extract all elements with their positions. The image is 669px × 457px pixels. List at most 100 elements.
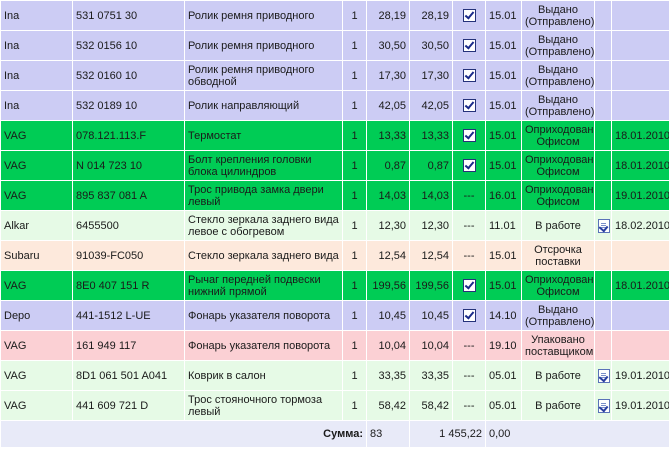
date-cell: 15.01 <box>485 240 522 271</box>
doc-cell[interactable] <box>594 210 612 241</box>
date-cell: 16.01 <box>485 180 522 211</box>
price-cell: 14,03 <box>366 180 410 211</box>
doc-cell <box>594 300 612 331</box>
brand-cell: VAG <box>0 330 73 361</box>
checkbox-cell[interactable] <box>452 60 486 91</box>
document-check-icon[interactable] <box>598 368 610 383</box>
article-cell: 532 0189 10 <box>72 90 185 121</box>
price-cell: 30,50 <box>366 30 410 61</box>
name-cell: Трос привода замка двери левый <box>184 180 343 211</box>
article-cell: 895 837 081 A <box>72 180 185 211</box>
date2-cell <box>611 60 669 91</box>
checkbox-cell[interactable] <box>452 120 486 151</box>
doc-cell <box>594 0 612 31</box>
table-row: VAG 441 609 721 D Трос стояночного тормоза… <box>0 390 669 421</box>
document-check-icon[interactable] <box>598 398 610 413</box>
doc-cell[interactable] <box>594 390 612 421</box>
totals-label: Сумма: <box>0 420 367 448</box>
dash-text: --- <box>463 219 475 232</box>
price-cell: 13,33 <box>366 120 410 151</box>
sum-cell: 30,50 <box>409 30 453 61</box>
date2-cell <box>611 330 669 361</box>
brand-cell: VAG <box>0 180 73 211</box>
date2-cell: 18.01.2010 <box>611 150 669 181</box>
doc-cell <box>594 120 612 151</box>
qty-cell: 1 <box>342 210 367 241</box>
table-row: Alkar 6455500 Стекло зеркала заднего вида … <box>0 210 669 241</box>
checkbox-cell: --- <box>452 180 486 211</box>
checkbox-cell[interactable] <box>452 300 486 331</box>
price-cell: 12,54 <box>366 240 410 271</box>
brand-cell: VAG <box>0 270 73 301</box>
article-cell: 8D1 061 501 A041 <box>72 360 185 391</box>
status-cell: Оприходован Офисом <box>521 270 595 301</box>
date2-cell: 19.01.2010 <box>611 180 669 211</box>
sum-cell: 12,30 <box>409 210 453 241</box>
date2-cell <box>611 240 669 271</box>
date2-cell: 19.01.2010 <box>611 390 669 421</box>
brand-cell: Ina <box>0 0 73 31</box>
qty-cell: 1 <box>342 180 367 211</box>
dash-text: --- <box>463 339 475 352</box>
doc-cell <box>594 60 612 91</box>
checkbox-checked-icon[interactable] <box>462 9 476 22</box>
name-cell: Фонарь указателя поворота <box>184 300 343 331</box>
checkbox-cell[interactable] <box>452 270 486 301</box>
checkbox-checked-icon[interactable] <box>462 309 476 322</box>
sum-cell: 33,35 <box>409 360 453 391</box>
checkbox-cell[interactable] <box>452 0 486 31</box>
date2-cell: 19.01.2010 <box>611 360 669 391</box>
table-row: Ina 532 0189 10 Ролик направляющий 1 42,05 42… <box>0 90 669 121</box>
name-cell: Рычаг передней подвески нижний прямой <box>184 270 343 301</box>
doc-cell[interactable] <box>594 360 612 391</box>
status-cell: Выдано (Отправлено) <box>521 90 595 121</box>
brand-cell: Alkar <box>0 210 73 241</box>
checkbox-cell: --- <box>452 240 486 271</box>
table-row: Subaru 91039-FC050 Стекло зеркала заднего … <box>0 240 669 271</box>
dash-text: --- <box>463 249 475 262</box>
checkbox-checked-icon[interactable] <box>462 159 476 172</box>
article-cell: 161 949 117 <box>72 330 185 361</box>
name-cell: Ролик ремня приводного <box>184 0 343 31</box>
brand-cell: VAG <box>0 390 73 421</box>
sum-cell: 0,87 <box>409 150 453 181</box>
checkbox-checked-icon[interactable] <box>462 69 476 82</box>
date-cell: 14.10 <box>485 300 522 331</box>
price-cell: 0,87 <box>366 150 410 181</box>
qty-cell: 1 <box>342 300 367 331</box>
checkbox-checked-icon[interactable] <box>462 129 476 142</box>
status-cell: Выдано (Отправлено) <box>521 0 595 31</box>
doc-cell <box>594 30 612 61</box>
table-row: VAG 161 949 117 Фонарь указателя поворота 1… <box>0 330 669 361</box>
qty-cell: 1 <box>342 30 367 61</box>
totals-row: Сумма: 83 1 455,22 0,00 <box>0 420 669 448</box>
checkbox-cell[interactable] <box>452 30 486 61</box>
qty-cell: 1 <box>342 150 367 181</box>
status-cell: Упаковано поставщиком <box>521 330 595 361</box>
checkbox-checked-icon[interactable] <box>462 279 476 292</box>
status-cell: Выдано (Отправлено) <box>521 60 595 91</box>
qty-cell: 1 <box>342 390 367 421</box>
dash-text: --- <box>463 399 475 412</box>
date-cell: 15.01 <box>485 90 522 121</box>
date-cell: 15.01 <box>485 0 522 31</box>
status-cell: Выдано (Отправлено) <box>521 300 595 331</box>
table-row: VAG N 014 723 10 Болт крепления головки бл… <box>0 150 669 181</box>
table-row: Ina 532 0156 10 Ролик ремня приводного 1 30,… <box>0 30 669 61</box>
date-cell: 05.01 <box>485 390 522 421</box>
totals-sum: 1 455,22 <box>409 420 486 448</box>
checkbox-cell: --- <box>452 330 486 361</box>
name-cell: Коврик в салон <box>184 360 343 391</box>
checkbox-cell[interactable] <box>452 150 486 181</box>
qty-cell: 1 <box>342 90 367 121</box>
document-check-icon[interactable] <box>598 218 610 233</box>
checkbox-cell[interactable] <box>452 90 486 121</box>
qty-cell: 1 <box>342 270 367 301</box>
name-cell: Стекло зеркала заднего вида левое с обог… <box>184 210 343 241</box>
checkbox-checked-icon[interactable] <box>462 39 476 52</box>
brand-cell: Depo <box>0 300 73 331</box>
qty-cell: 1 <box>342 360 367 391</box>
checkbox-checked-icon[interactable] <box>462 99 476 112</box>
sum-cell: 58,42 <box>409 390 453 421</box>
date-cell: 15.01 <box>485 30 522 61</box>
